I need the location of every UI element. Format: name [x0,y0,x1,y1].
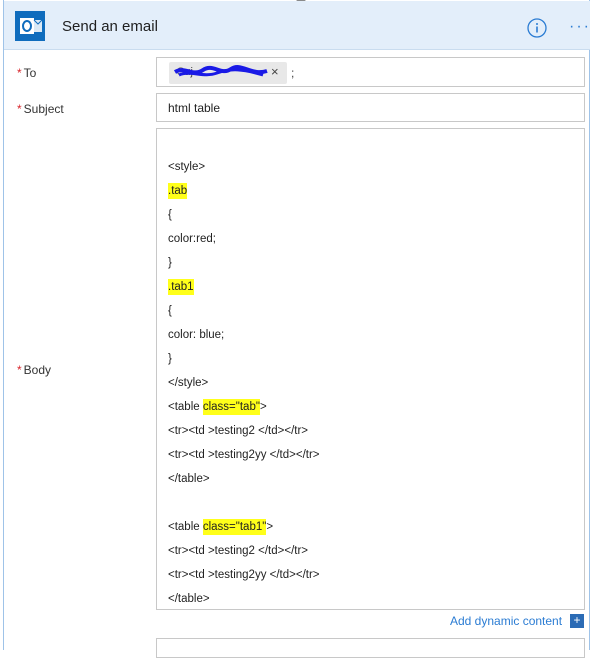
recipient-token[interactable]: Suj × [169,62,287,84]
body-line: } [168,353,172,365]
card-header[interactable]: Send an email ··· [4,1,590,50]
next-field[interactable] [156,638,585,658]
body-line: </table> [168,473,210,485]
body-line: .tab1 [168,275,320,299]
body-line: color:red; [168,233,216,245]
body-line: </table> [168,593,210,605]
body-line: } [168,257,172,269]
body-line-table-tab: <table class="tab"> [168,395,320,419]
required-asterisk: * [17,66,22,80]
to-label: * To [17,66,37,80]
highlight: class="tab1" [202,519,267,535]
body-line-text: <table [168,401,203,413]
body-line: <tr><td >testing2 </td></tr> [168,425,309,437]
remove-recipient-icon[interactable]: × [271,64,279,79]
body-content: <style> .tab { color:red; } .tab1 { colo… [168,155,320,611]
redaction-scribble [173,65,268,77]
to-field[interactable]: Suj × ; [156,57,585,87]
body-line-text: > [259,401,267,413]
card-title: Send an email [62,18,158,35]
required-asterisk: * [17,363,22,377]
subject-value: html table [168,101,221,115]
body-line: <tr><td >testing2 </td></tr> [168,545,309,557]
more-options-icon[interactable]: ··· [569,18,590,36]
body-line: { [168,305,172,317]
required-asterisk: * [17,102,22,116]
body-line: { [168,209,172,221]
body-line-table-tab1: <table class="tab1"> [168,515,320,539]
body-line [168,491,320,515]
info-icon[interactable] [527,18,547,38]
add-dynamic-content-link[interactable]: Add dynamic content [450,614,562,628]
outlook-icon [15,11,45,41]
highlight: class="tab" [202,399,260,415]
recipient-separator: ; [291,66,295,80]
body-line: color: blue; [168,329,225,341]
highlight: .tab1 [168,279,194,295]
body-line: .tab [168,179,320,203]
body-field[interactable]: <style> .tab { color:red; } .tab1 { colo… [156,128,585,610]
highlight: .tab [168,183,188,199]
body-line: <style> [168,161,206,173]
subject-label: * Subject [17,102,64,116]
body-label: * Body [17,363,52,377]
body-line-text: > [266,521,274,533]
body-line: <tr><td >testing2yy </td></tr> [168,449,320,461]
body-line-text: <table [168,521,203,533]
subject-field[interactable]: html table [156,93,585,122]
add-dynamic-content-plus-icon[interactable]: + [570,614,584,628]
body-line: <tr><td >testing2yy </td></tr> [168,569,320,581]
body-line: </style> [168,377,209,389]
